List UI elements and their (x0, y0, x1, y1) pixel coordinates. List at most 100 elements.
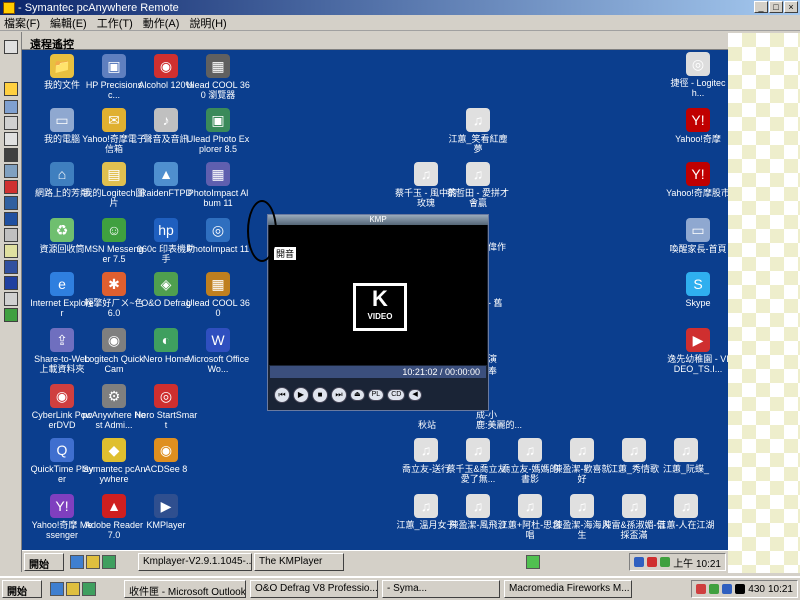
tool-icon[interactable] (4, 100, 18, 114)
play-icon[interactable]: ▶ (293, 387, 309, 403)
ie-quicklaunch-icon[interactable] (50, 582, 64, 596)
desktop-icon-label: Ulead Photo Explorer 8.5 (186, 134, 250, 154)
desktop-icon-label: 蔡哲田 - 愛拼才會贏 (447, 188, 509, 208)
taskbar-pcanywhere[interactable]: - Syma... (382, 580, 500, 598)
eject-icon[interactable]: ⏏ (350, 389, 365, 401)
desktop-icon[interactable]: ♫ 江蕙-人在江湖 (654, 494, 718, 530)
tray-icon[interactable] (660, 557, 671, 567)
desktop-icon-label: Yahoo!奇摩股市 (666, 188, 728, 198)
desktop-icon[interactable]: W Microsoft Office Wo... (186, 328, 250, 374)
start-button[interactable]: 開始 (2, 580, 42, 598)
desktop-icon[interactable]: S Skype (666, 272, 728, 308)
tray-icon[interactable] (709, 584, 720, 594)
tray-icon[interactable] (647, 557, 658, 567)
desktop-icon[interactable]: ▦ Ulead COOL 360 (186, 272, 250, 318)
maximize-button[interactable]: □ (769, 1, 783, 13)
tool-icon[interactable] (4, 212, 18, 226)
tool-icon[interactable] (4, 132, 18, 146)
desktop-icon[interactable]: ◉ ACDSee 8 (134, 438, 198, 474)
ulead-photo-icon: ▣ (206, 108, 230, 132)
partial-icon-label: 奉 (488, 366, 498, 376)
tool-icon[interactable] (4, 260, 18, 274)
desktop-icon[interactable]: ▭ 喚醒家長-首頁 (666, 218, 728, 254)
desktop-icon-label: 江蕙_阮蝶_ (662, 464, 709, 474)
partial-icon-label: - 舊 (488, 298, 503, 308)
tool-icon[interactable] (4, 148, 18, 162)
menu-edit[interactable]: 編輯(E) (50, 15, 87, 31)
menu-help[interactable]: 說明(H) (189, 15, 226, 31)
desktop-icon[interactable]: ▶ 逸先幼稚園 - VIDEO_TS.I... (666, 328, 728, 374)
desktop-icon[interactable]: ▦ Ulead COOL 360 瀏覽器 (186, 54, 250, 100)
desktop-icon[interactable]: Y! Yahoo!奇摩股市 (666, 162, 728, 198)
desktop-icon[interactable]: Y! Yahoo!奇摩 (666, 108, 728, 144)
desktop-icon[interactable]: ◎ PhotoImpact 11 (186, 218, 250, 254)
ie-quicklaunch-icon[interactable] (70, 555, 84, 569)
desktop-icon[interactable]: ♫ 蔡哲田 - 愛拼才會贏 (446, 162, 510, 208)
video-screen[interactable]: 開音 K VIDEO (269, 225, 487, 365)
playlist-button[interactable]: PL (367, 389, 385, 401)
expand-icon[interactable] (4, 40, 18, 54)
menu-file[interactable]: 檔案(F) (4, 15, 40, 31)
audio-file-icon: ♫ (570, 438, 594, 462)
tool-icon[interactable] (4, 244, 18, 258)
volume-icon[interactable]: ◀ (408, 389, 422, 401)
outlook-quicklaunch-icon[interactable] (66, 582, 80, 596)
close-button[interactable]: × (784, 1, 798, 13)
taskbar-outlook[interactable]: 收件匣 - Microsoft Outlook (124, 580, 246, 598)
logitech-shortcut-icon: ◎ (686, 52, 710, 76)
desktop-icon[interactable]: ♫ 江蕙_阮蝶_ (654, 438, 718, 474)
remote-start-button[interactable]: 開始 (24, 553, 64, 571)
desktop-icon[interactable]: ▦ PhotoImpact Album 11 (186, 162, 250, 208)
tool-icon[interactable] (4, 180, 18, 194)
photoimpact-icon: ◎ (206, 218, 230, 242)
quicklaunch-icon[interactable] (82, 582, 96, 596)
kmplayer-window[interactable]: KMP 開音 K VIDEO 10:21:02 / 00:00:00 ⏮ ▶ ■… (267, 214, 489, 411)
audio-file-icon: ♫ (414, 438, 438, 462)
taskbar-kmplayer-folder[interactable]: Kmplayer-V2.9.1.1045-... (138, 553, 252, 571)
help-icon[interactable] (4, 82, 18, 96)
desktop-icon[interactable]: ◎ Nero StartSmart (134, 384, 198, 430)
audio-file-icon: ♫ (622, 494, 646, 518)
desktop-icon-label: 江蕙_笑看紅塵夢 (448, 134, 508, 154)
desktop-icon-label: Yahoo!奇摩 (675, 134, 721, 144)
tool-icon[interactable] (4, 116, 18, 130)
desktop-icon[interactable]: ▣ Ulead Photo Explorer 8.5 (186, 108, 250, 154)
kmplayer-titlebar[interactable]: KMP (268, 215, 488, 225)
minimize-button[interactable]: _ (754, 1, 768, 13)
menu-tools[interactable]: 工作(T) (97, 15, 133, 31)
desktop-quicklaunch-icon[interactable] (86, 555, 100, 569)
audio-file-icon: ♫ (466, 108, 490, 132)
menu-action[interactable]: 動作(A) (143, 15, 180, 31)
tray-icon[interactable] (696, 584, 707, 594)
recycle-bin-icon: ♻ (50, 218, 74, 242)
desktop-icon[interactable]: ◎ 捷徑 - Logitech... (666, 52, 728, 98)
tool-icon[interactable] (4, 164, 18, 178)
pcanywhere-host-icon: ⚙ (102, 384, 126, 408)
tool-icon[interactable] (4, 292, 18, 306)
tool-icon[interactable] (4, 196, 18, 210)
cd-button[interactable]: CD (387, 389, 406, 401)
desktop-icon[interactable]: ▶ KMPlayer (134, 494, 198, 530)
desktop-icon-label: Microsoft Office Wo... (186, 354, 250, 374)
quicklaunch-icon[interactable] (102, 555, 116, 569)
next-icon[interactable]: ⏭ (331, 387, 347, 403)
subtitle-caption: 開音 (274, 247, 297, 260)
taskbar-oo-defrag[interactable]: O&O Defrag V8 Professio... (250, 580, 378, 598)
annotation-circle (247, 200, 277, 262)
share-to-web-icon: ⇪ (50, 328, 74, 352)
tool-icon[interactable] (4, 276, 18, 290)
previous-icon[interactable]: ⏮ (274, 387, 290, 403)
tray-icon[interactable] (722, 584, 733, 594)
desktop-icon[interactable]: ♫ 江蕙_笑看紅塵夢 (446, 108, 510, 154)
taskbar-fireworks[interactable]: Macromedia Fireworks M... (504, 580, 632, 598)
tool-icon[interactable] (4, 308, 18, 322)
stop-icon[interactable]: ■ (312, 387, 328, 403)
window-title: - Symantec pcAnywhere Remote (18, 1, 179, 14)
word-icon: W (206, 328, 230, 352)
tray-counter-icon[interactable] (735, 584, 746, 594)
tray-icon[interactable] (634, 557, 645, 567)
kmplayer-icon: ▶ (154, 494, 178, 518)
taskbar-kmplayer[interactable]: The KMPlayer (254, 553, 344, 571)
tool-icon[interactable] (4, 228, 18, 242)
green-arrow-icon[interactable] (526, 555, 540, 569)
